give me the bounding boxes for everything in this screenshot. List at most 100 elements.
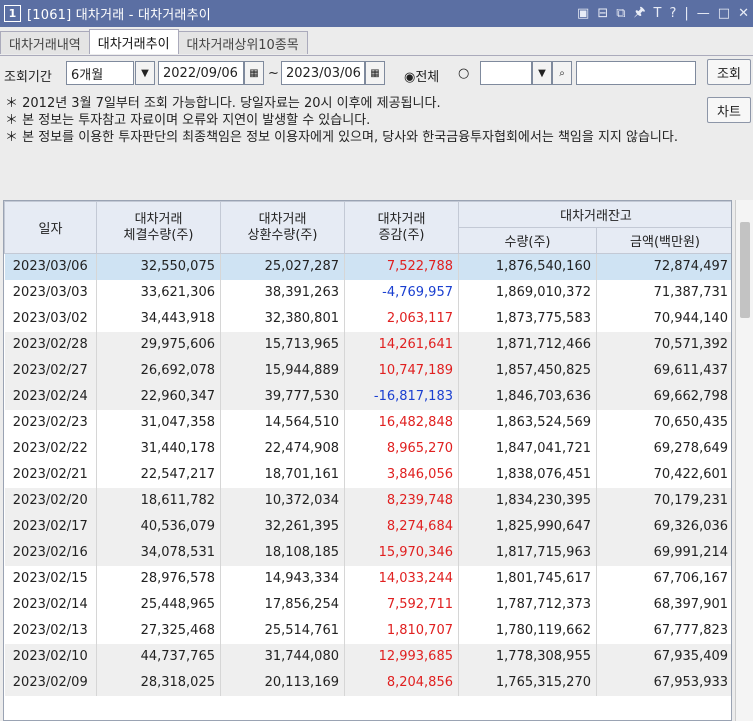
table-row[interactable]: 2023/02/23 31,047,358 14,564,510 16,482,848…	[4, 409, 731, 436]
header-repaid[interactable]: 대차거래 상환수량(주)	[220, 201, 345, 254]
cell-balance-qty: 1,871,712,466	[458, 331, 597, 358]
cell-executed: 32,550,075	[96, 253, 221, 280]
cell-balance-qty: 1,846,703,636	[458, 383, 597, 410]
notice-line: ＊ 본 정보는 투자참고 자료이며 오류와 지연이 발생할 수 있습니다.	[5, 113, 371, 128]
cell-repaid: 15,713,965	[220, 331, 345, 358]
vertical-scrollbar[interactable]	[735, 200, 753, 721]
tab-lending-trend[interactable]: 대차거래추이	[88, 29, 179, 54]
cell-balance-qty: 1,765,315,270	[458, 669, 597, 696]
period-select[interactable]: 6개월	[66, 61, 134, 85]
cell-date: 2023/02/16	[4, 539, 97, 566]
table-row[interactable]: 2023/02/09 28,318,025 20,113,169 8,204,856 1…	[4, 669, 731, 696]
cell-balance-qty: 1,869,010,372	[458, 279, 597, 306]
cell-date: 2023/02/24	[4, 383, 97, 410]
window-title: [1061] 대차거래 - 대차거래추이	[27, 8, 211, 23]
header-balance-qty[interactable]: 수량(주)	[458, 227, 597, 254]
cell-date: 2023/02/28	[4, 331, 97, 358]
cell-change: 14,261,641	[344, 331, 459, 358]
table-row[interactable]: 2023/02/15 28,976,578 14,943,334 14,033,244…	[4, 565, 731, 592]
table-row[interactable]: 2023/02/27 26,692,078 15,944,889 10,747,189…	[4, 357, 731, 384]
cell-balance-qty: 1,838,076,451	[458, 461, 597, 488]
cell-balance-amount: 69,662,798	[596, 383, 731, 410]
chevron-down-icon[interactable]: ▼	[135, 61, 155, 85]
table-row[interactable]: 2023/02/22 31,440,178 22,474,908 8,965,270 1…	[4, 435, 731, 462]
table-row[interactable]: 2023/02/24 22,960,347 39,777,530 -16,817,18…	[4, 383, 731, 410]
cell-executed: 25,448,965	[96, 591, 221, 618]
maximize-icon[interactable]: □	[718, 6, 730, 21]
cell-balance-qty: 1,825,990,647	[458, 513, 597, 540]
cell-executed: 18,611,782	[96, 487, 221, 514]
cell-balance-qty: 1,834,230,395	[458, 487, 597, 514]
table-row[interactable]: 2023/03/03 33,621,306 38,391,263 -4,769,957…	[4, 279, 731, 306]
cell-change: 1,810,707	[344, 617, 459, 644]
cell-repaid: 20,113,169	[220, 669, 345, 696]
table-row[interactable]: 2023/02/28 29,975,606 15,713,965 14,261,641…	[4, 331, 731, 358]
table-row[interactable]: 2023/02/10 44,737,765 31,744,080 12,993,685…	[4, 643, 731, 670]
close-icon[interactable]: ✕	[738, 6, 749, 21]
title-bar: 1 [1061] 대차거래 - 대차거래추이 ▣ ⊟ ⧉ 🖈 T ? | — □…	[0, 0, 753, 27]
period-label: 조회기간	[4, 70, 52, 85]
calendar-icon[interactable]: ▦	[244, 61, 264, 85]
window-number-badge[interactable]: 1	[4, 5, 21, 22]
scrollbar-thumb[interactable]	[740, 222, 750, 318]
header-change[interactable]: 대차거래 증감(주)	[344, 201, 459, 254]
help-icon[interactable]: ?	[670, 6, 677, 21]
end-date-value: 2023/03/06	[286, 65, 361, 81]
table-row[interactable]: 2023/03/06 32,550,075 25,027,287 7,522,788 1…	[4, 253, 731, 280]
cell-balance-qty: 1,857,450,825	[458, 357, 597, 384]
table-row[interactable]: 2023/02/20 18,611,782 10,372,034 8,239,748 1…	[4, 487, 731, 514]
cell-repaid: 25,514,761	[220, 617, 345, 644]
search-button[interactable]: 조회	[707, 59, 751, 85]
cell-balance-amount: 67,935,409	[596, 643, 731, 670]
radio-stock[interactable]: ○	[458, 66, 469, 81]
end-date-input[interactable]: 2023/03/06	[281, 61, 365, 85]
pin-icon[interactable]: 🖈	[634, 3, 646, 25]
cell-change: 7,592,711	[344, 591, 459, 618]
cell-date: 2023/02/20	[4, 487, 97, 514]
split-icon[interactable]: ⊟	[597, 6, 608, 21]
cell-repaid: 39,777,530	[220, 383, 345, 410]
cell-balance-qty: 1,863,524,569	[458, 409, 597, 436]
stock-code-input[interactable]	[480, 61, 532, 85]
cell-balance-amount: 68,397,901	[596, 591, 731, 618]
header-date[interactable]: 일자	[4, 201, 97, 254]
header-executed[interactable]: 대차거래 체결수량(주)	[96, 201, 221, 254]
stock-name-input[interactable]	[576, 61, 696, 85]
cell-executed: 31,440,178	[96, 435, 221, 462]
cell-executed: 22,960,347	[96, 383, 221, 410]
cell-date: 2023/03/06	[4, 253, 97, 280]
cell-executed: 29,975,606	[96, 331, 221, 358]
cell-balance-amount: 67,777,823	[596, 617, 731, 644]
cell-balance-qty: 1,847,041,721	[458, 435, 597, 462]
chevron-down-icon[interactable]: ▼	[532, 61, 552, 85]
cell-change: 2,063,117	[344, 305, 459, 332]
calendar-icon[interactable]: ▦	[365, 61, 385, 85]
window-controls: ▣ ⊟ ⧉ 🖈 T ? | — □ ✕	[577, 0, 749, 27]
cell-date: 2023/02/09	[4, 669, 97, 696]
table-row[interactable]: 2023/02/13 27,325,468 25,514,761 1,810,707 1…	[4, 617, 731, 644]
table-body: 2023/03/06 32,550,075 25,027,287 7,522,788 1…	[4, 253, 731, 696]
font-size-icon[interactable]: T	[654, 6, 662, 21]
tab-lending-details[interactable]: 대차거래내역	[0, 31, 90, 54]
table-row[interactable]: 2023/02/14 25,448,965 17,856,254 7,592,711 1…	[4, 591, 731, 618]
cell-date: 2023/02/27	[4, 357, 97, 384]
cell-balance-amount: 70,422,601	[596, 461, 731, 488]
cell-repaid: 15,944,889	[220, 357, 345, 384]
cell-balance-qty: 1,876,540,160	[458, 253, 597, 280]
table-row[interactable]: 2023/03/02 34,443,918 32,380,801 2,063,117 1…	[4, 305, 731, 332]
table-row[interactable]: 2023/02/17 40,536,079 32,261,395 8,274,684 1…	[4, 513, 731, 540]
search-icon[interactable]: ⌕	[552, 61, 572, 85]
minimize-icon[interactable]: —	[697, 6, 710, 21]
chart-button[interactable]: 차트	[707, 97, 751, 123]
header-balance-amount[interactable]: 금액(백만원)	[595, 227, 731, 254]
table-row[interactable]: 2023/02/21 22,547,217 18,701,161 3,846,056 1…	[4, 461, 731, 488]
tab-top10-stocks[interactable]: 대차거래상위10종목	[177, 31, 308, 54]
radio-all[interactable]: ◉전체	[404, 66, 439, 85]
copy-window-icon[interactable]: ⧉	[616, 6, 625, 21]
header-balance: 대차거래잔고	[457, 201, 731, 228]
cell-date: 2023/02/14	[4, 591, 97, 618]
start-date-input[interactable]: 2022/09/06	[158, 61, 244, 85]
table-row[interactable]: 2023/02/16 34,078,531 18,108,185 15,970,346…	[4, 539, 731, 566]
cell-repaid: 14,564,510	[220, 409, 345, 436]
layout-icon[interactable]: ▣	[577, 6, 589, 21]
